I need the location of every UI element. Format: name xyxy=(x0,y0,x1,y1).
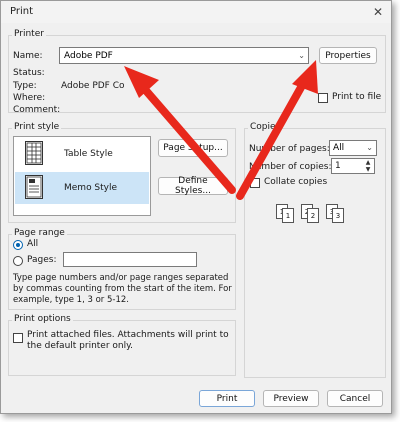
number-of-pages-value: All xyxy=(333,143,345,153)
page-range-all-radio[interactable] xyxy=(13,240,23,250)
comment-label: Comment: xyxy=(13,105,61,115)
print-style-group-label: Print style xyxy=(12,122,62,132)
collate-page: 2 xyxy=(307,208,319,223)
print-button[interactable]: Print xyxy=(199,390,255,407)
printer-group-label: Printer xyxy=(12,29,46,39)
type-value: Adobe PDF Co xyxy=(61,81,125,91)
stepper-arrows-icon[interactable]: ▲ ▼ xyxy=(363,159,373,173)
page-range-help-text: Type page numbers and/or page ranges sep… xyxy=(13,273,232,305)
window-title: Print xyxy=(10,6,34,17)
print-options-group-label: Print options xyxy=(12,314,73,324)
preview-button[interactable]: Preview xyxy=(263,390,319,407)
name-label: Name: xyxy=(13,51,43,61)
style-item-table[interactable]: Table Style xyxy=(15,138,149,170)
print-attached-files-label: Print attached files. Attachments will p… xyxy=(27,330,229,351)
table-style-icon xyxy=(25,141,43,165)
number-of-pages-select[interactable]: All ⌄ xyxy=(329,140,377,156)
copies-group-label: Copies xyxy=(248,122,283,132)
print-attached-files-checkbox[interactable] xyxy=(13,333,23,343)
print-to-file-label: Print to file xyxy=(332,92,382,102)
print-style-list[interactable]: Table Style Memo Style xyxy=(13,136,151,216)
collate-copies-checkbox[interactable] xyxy=(250,178,260,188)
print-to-file-checkbox[interactable] xyxy=(318,93,328,103)
memo-style-icon-graphic xyxy=(26,176,42,198)
style-item-table-label: Table Style xyxy=(64,149,113,159)
collate-copies-label: Collate copies xyxy=(264,177,328,187)
cancel-button[interactable]: Cancel xyxy=(327,390,383,407)
chevron-down-icon: ⌄ xyxy=(366,143,373,152)
page-range-all-label: All xyxy=(27,239,39,249)
collate-page: 1 xyxy=(282,208,294,223)
close-icon[interactable]: ✕ xyxy=(369,3,387,21)
memo-style-icon xyxy=(25,175,43,199)
properties-button[interactable]: Properties xyxy=(319,47,377,64)
number-of-copies-stepper[interactable]: 1 ▲ ▼ xyxy=(331,158,375,174)
number-of-copies-label: Number of copies: xyxy=(249,162,332,172)
page-setup-button[interactable]: Page Setup... xyxy=(158,139,228,157)
page-range-pages-label: Pages: xyxy=(27,255,57,265)
style-item-memo[interactable]: Memo Style xyxy=(15,172,149,204)
printer-name-value: Adobe PDF xyxy=(64,51,113,61)
define-styles-button[interactable]: Define Styles... xyxy=(158,176,228,196)
page-range-pages-input[interactable] xyxy=(63,252,197,267)
type-label: Type: xyxy=(13,81,37,91)
title-bar xyxy=(1,1,391,23)
page-range-pages-radio[interactable] xyxy=(13,256,23,266)
printer-name-select[interactable]: Adobe PDF ⌄ xyxy=(59,47,309,64)
page-range-group-label: Page range xyxy=(12,228,67,238)
chevron-down-icon: ⌄ xyxy=(298,51,305,60)
style-item-memo-label: Memo Style xyxy=(64,183,118,193)
number-of-copies-value: 1 xyxy=(335,161,341,171)
number-of-pages-label: Number of pages: xyxy=(249,144,330,154)
collate-page: 3 xyxy=(332,208,344,223)
table-style-icon-graphic xyxy=(26,142,42,164)
status-label: Status: xyxy=(13,68,45,78)
where-label: Where: xyxy=(13,93,46,103)
print-dialog: Print ✕ Printer Name: Adobe PDF ⌄ Proper… xyxy=(0,0,392,414)
